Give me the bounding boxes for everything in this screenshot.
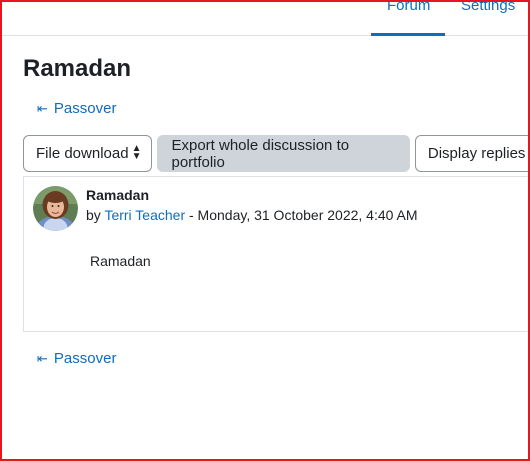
previous-discussion-label: Passover [53,100,117,117]
tab-forum[interactable]: Forum [387,0,430,16]
page-title: Ramadan [23,55,132,82]
display-mode-value: Display replies [427,145,526,162]
arrow-left-to-line-icon: ⇤ [37,100,48,116]
download-format-select[interactable]: File download ▲ ▼ [23,135,153,172]
previous-discussion-link-bottom[interactable]: ⇤ Passover [37,350,116,367]
download-format-value: File download [36,145,129,162]
post-date: - Monday, 31 October 2022, 4:40 AM [185,207,418,223]
author-link[interactable]: Terri Teacher [104,207,185,223]
user-photo-icon [33,186,78,231]
tab-settings[interactable]: Settings [461,0,515,16]
export-portfolio-button[interactable]: Export whole discussion to portfolio [157,135,410,172]
arrow-left-to-line-icon: ⇤ [37,350,48,366]
avatar[interactable] [33,186,78,231]
discussion-toolbar: File download ▲ ▼ Export whole discussion… [23,135,530,172]
byline-prefix: by [86,207,101,223]
active-tab-indicator [371,33,445,36]
post-message: Ramadan [90,253,151,269]
secondary-navigation: Forum Settings [0,0,530,36]
forum-post: Ramadan by Terri Teacher - Monday, 31 Oc… [23,176,530,332]
display-mode-select[interactable]: Display replies [414,135,530,172]
post-byline: by Terri Teacher - Monday, 31 October 20… [86,207,418,223]
previous-discussion-link[interactable]: ⇤ Passover [37,100,116,117]
post-subject: Ramadan [86,187,150,203]
sort-caret-icon: ▲ ▼ [131,143,142,162]
previous-discussion-label: Passover [53,350,117,367]
